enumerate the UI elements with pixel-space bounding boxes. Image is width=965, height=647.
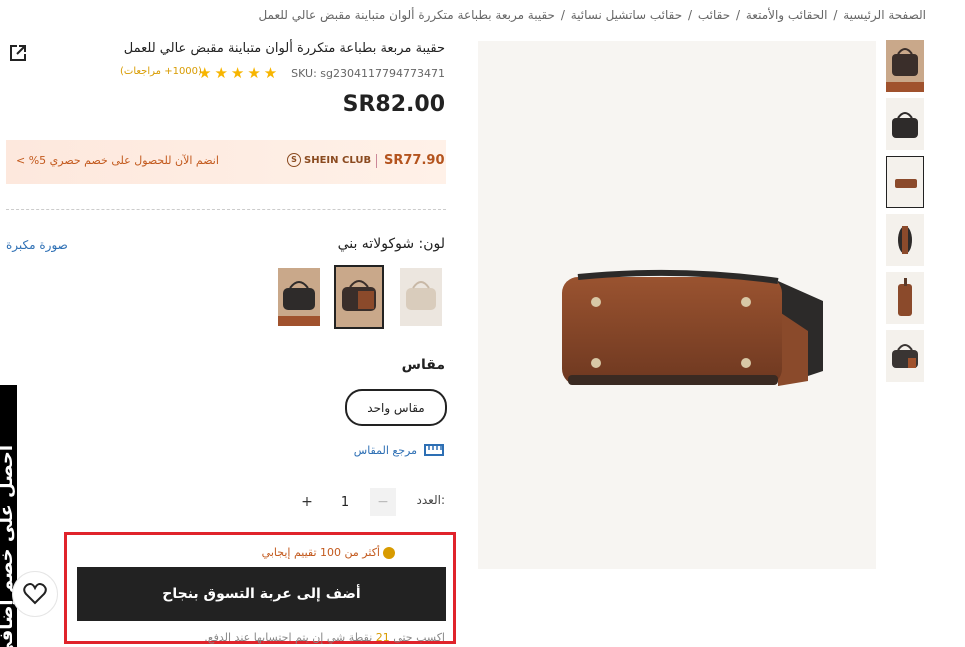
points-value: 21 <box>375 631 390 644</box>
club-divider <box>376 154 377 168</box>
product-title: حقيبة مربعة بطباعة متكررة ألوان متباينة … <box>123 41 445 56</box>
ruler-icon <box>424 441 444 456</box>
reviews-count-link[interactable]: (1000+ مراجعات) <box>120 66 202 77</box>
quantity-increase-button[interactable]: + <box>294 488 320 516</box>
thumbnail-3-selected[interactable] <box>886 156 924 208</box>
breadcrumb-bags[interactable]: الحقائب والأمتعة <box>746 8 828 22</box>
breadcrumb-handbags[interactable]: حقائب <box>698 8 730 22</box>
club-join-link[interactable]: انضم الآن للحصول على خصم حصري 5% > <box>16 154 219 167</box>
share-external-icon[interactable] <box>8 43 28 63</box>
thumbnail-4[interactable] <box>886 214 924 266</box>
side-promo-tab[interactable]: احصل على خصم إضافي <box>0 385 17 647</box>
breadcrumb-satchels[interactable]: حقائب ساتشيل نسائية <box>571 8 682 22</box>
thumbnail-list <box>886 40 926 388</box>
side-promo-text: احصل على خصم إضافي <box>0 445 17 647</box>
club-price: SR77.90 <box>384 153 445 168</box>
quantity-label: العدد: <box>416 493 445 507</box>
wishlist-button[interactable] <box>12 571 58 617</box>
size-title: مقاس <box>401 357 445 373</box>
main-product-image[interactable] <box>478 41 876 569</box>
thumbnail-6[interactable] <box>886 330 924 382</box>
color-swatch-beige[interactable] <box>400 268 442 326</box>
thumbnail-2[interactable] <box>886 98 924 150</box>
size-reference-link[interactable]: مرجع المقاس <box>354 444 417 457</box>
divider <box>6 209 446 210</box>
shein-club-logo: S SHEIN CLUB <box>287 153 371 167</box>
rating-stars[interactable]: ★★★★★ <box>198 64 280 82</box>
size-option-one-size[interactable]: مقاس واحد <box>345 389 447 426</box>
quantity-stepper: + 1 − <box>294 488 397 516</box>
breadcrumb-current: حقيبة مربعة بطباعة متكررة ألوان متباينة … <box>258 8 555 22</box>
points-note: اكسب حتى 21 نقطة شي إن يتم احتسابها عند … <box>204 631 445 644</box>
quantity-input[interactable]: 1 <box>320 488 370 516</box>
club-s-icon: S <box>287 153 301 167</box>
positive-reviews-note: أكثر من 100 تقييم إيجابي <box>262 546 395 559</box>
color-swatch-chocolate-selected[interactable] <box>334 265 384 329</box>
heart-icon <box>23 583 47 605</box>
thumb-up-icon <box>383 547 395 559</box>
breadcrumb: الصفحة الرئيسية / الحقائب والأمتعة / حقا… <box>258 8 926 22</box>
product-sku: SKU: sg2304117794773471 <box>291 67 445 80</box>
add-to-cart-button[interactable]: أضف إلى عربة التسوق بنجاح <box>77 567 446 621</box>
color-swatch-dark[interactable] <box>278 268 320 326</box>
color-label: لون: شوكولاته بني <box>337 236 445 252</box>
enlarged-photo-link[interactable]: صورة مكبرة <box>6 238 68 252</box>
thumbnail-1[interactable] <box>886 40 924 92</box>
product-price: SR82.00 <box>342 92 445 117</box>
quantity-decrease-button[interactable]: − <box>370 488 396 516</box>
thumbnail-5[interactable] <box>886 272 924 324</box>
breadcrumb-home[interactable]: الصفحة الرئيسية <box>843 8 926 22</box>
